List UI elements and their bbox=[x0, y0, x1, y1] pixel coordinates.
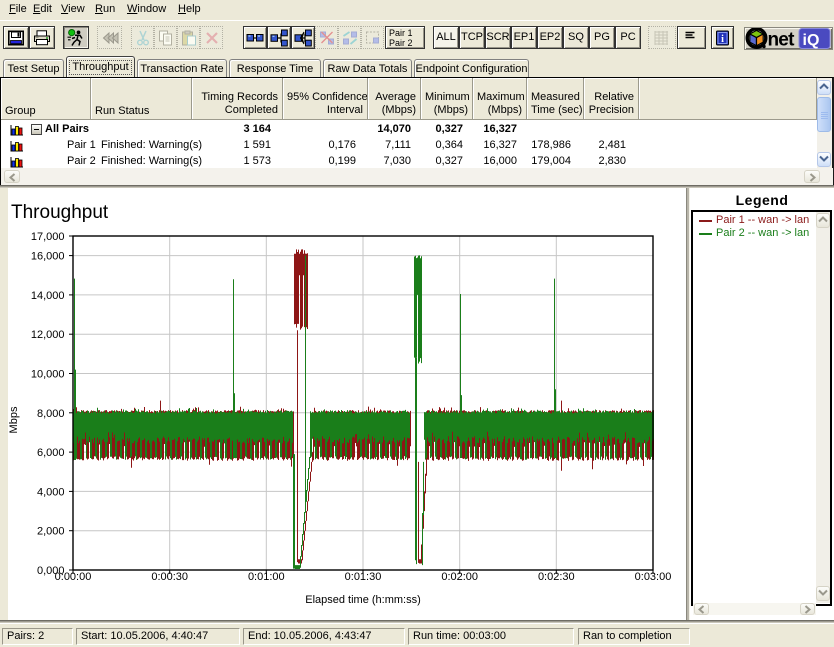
svg-text:Throughput: Throughput bbox=[11, 202, 109, 223]
svg-text:net: net bbox=[768, 30, 796, 51]
svg-text:Mbps: Mbps bbox=[8, 406, 20, 433]
svg-text:6,000: 6,000 bbox=[37, 447, 65, 459]
svg-text:iQ: iQ bbox=[803, 32, 820, 49]
svg-text:17,000: 17,000 bbox=[31, 231, 65, 243]
svg-text:i: i bbox=[721, 34, 724, 45]
svg-text:14,000: 14,000 bbox=[31, 290, 65, 302]
svg-text:10,000: 10,000 bbox=[31, 369, 65, 381]
svg-text:16,000: 16,000 bbox=[31, 251, 65, 263]
svg-text:8,000: 8,000 bbox=[37, 408, 65, 420]
svg-text:12,000: 12,000 bbox=[31, 329, 65, 341]
svg-text:Elapsed time (h:mm:ss): Elapsed time (h:mm:ss) bbox=[305, 594, 421, 606]
svg-text:2,000: 2,000 bbox=[37, 526, 65, 538]
svg-text:4,000: 4,000 bbox=[37, 486, 65, 498]
